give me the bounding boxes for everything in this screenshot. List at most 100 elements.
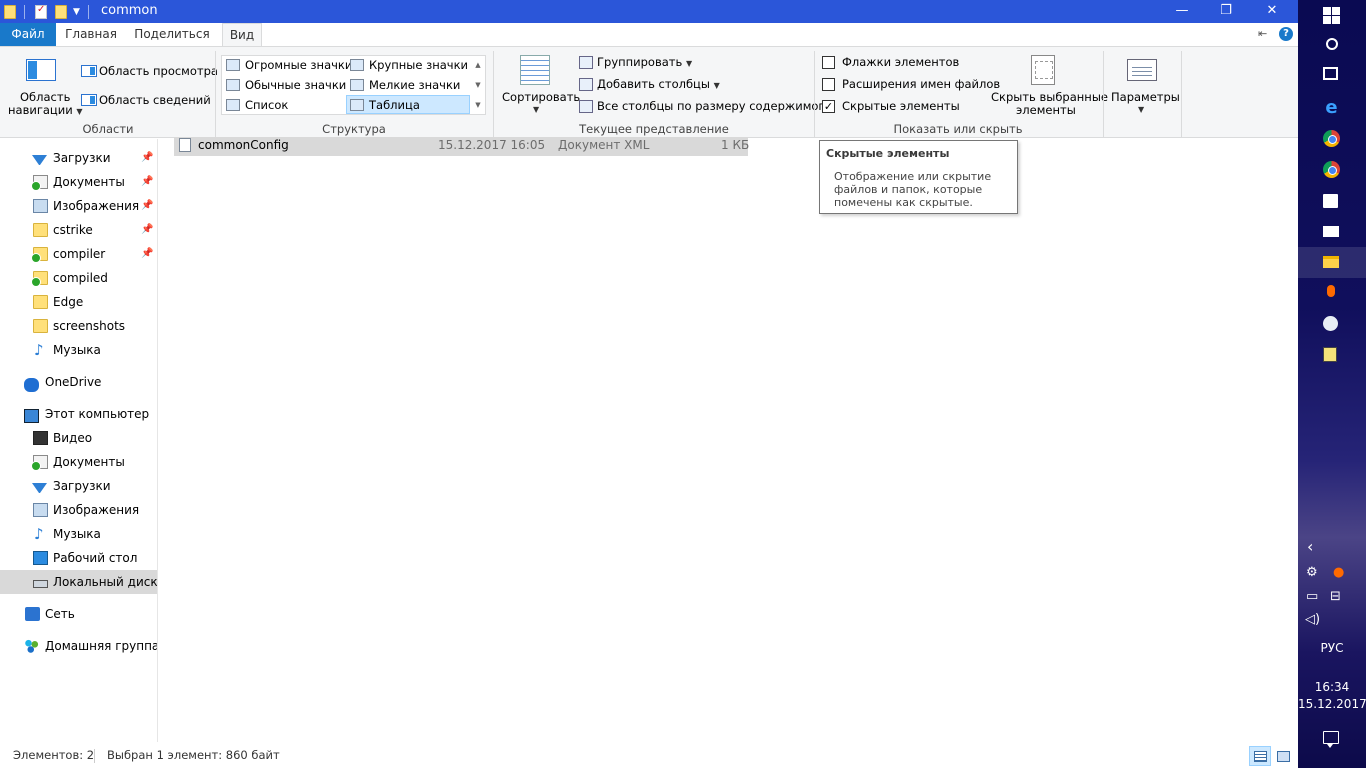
file-extensions-label[interactable]: Расширения имен файлов (842, 77, 1000, 91)
nav-item-desktop[interactable]: Рабочий стол (0, 546, 157, 570)
help-icon[interactable]: ? (1279, 27, 1293, 41)
taskbar-recorder[interactable] (1298, 278, 1366, 309)
pin-icon[interactable]: 📌 (141, 218, 153, 242)
taskbar-mail[interactable] (1298, 216, 1366, 247)
navigation-pane-label-1[interactable]: Область (20, 90, 70, 104)
hidden-items-label[interactable]: Скрытые элементы (842, 99, 960, 113)
task-view-button[interactable] (1298, 60, 1366, 91)
group-by-button[interactable]: Группировать ▼ (597, 55, 692, 69)
item-checkboxes-checkbox[interactable] (822, 56, 835, 69)
navigation-pane-button[interactable]: навигации ▼ (8, 103, 83, 117)
details-pane-button[interactable]: Область сведений (99, 93, 211, 107)
layout-details[interactable]: Таблица (346, 95, 470, 114)
nav-item-downloads[interactable]: Загрузки 📌 (0, 146, 157, 170)
nav-item-compiler[interactable]: compiler 📌 (0, 242, 157, 266)
maximize-button[interactable]: ❐ (1203, 0, 1249, 23)
taskbar-edge[interactable]: e (1298, 92, 1366, 123)
taskbar-chrome[interactable] (1298, 123, 1366, 154)
pin-icon[interactable]: 📌 (141, 194, 153, 218)
nav-item-pictures[interactable]: Изображения 📌 (0, 194, 157, 218)
pin-icon[interactable]: 📌 (141, 146, 153, 170)
details-pane-icon[interactable] (81, 94, 97, 106)
taskbar-store[interactable] (1298, 185, 1366, 216)
new-folder-icon[interactable] (55, 4, 67, 19)
preview-pane-button[interactable]: Область просмотра (99, 64, 218, 78)
close-button[interactable]: ✕ (1249, 0, 1295, 23)
layout-large-icons[interactable]: Крупные значки (347, 56, 469, 75)
sort-button[interactable]: Сортировать (502, 90, 580, 104)
add-columns-icon[interactable] (579, 78, 593, 91)
size-all-columns-button[interactable]: Все столбцы по размеру содержимого (597, 99, 832, 113)
nav-item-homegroup[interactable]: Домашняя группа (0, 634, 157, 658)
pin-ribbon-icon[interactable]: ⇤ (1258, 27, 1267, 40)
nav-item-edge[interactable]: Edge (0, 290, 157, 314)
size-columns-icon[interactable] (579, 100, 593, 113)
navigation-pane-icon[interactable] (26, 59, 56, 81)
nav-item-pc-pictures[interactable]: Изображения (0, 498, 157, 522)
details-view-button[interactable] (1249, 746, 1271, 766)
hide-selected-label-1[interactable]: Скрыть выбранные (991, 90, 1108, 104)
layout-medium-icons[interactable]: Обычные значки (223, 76, 346, 95)
add-columns-button[interactable]: Добавить столбцы ▼ (597, 77, 720, 91)
group-by-icon[interactable] (579, 56, 593, 69)
customize-toolbar-dropdown-icon[interactable]: ▼ (73, 7, 80, 17)
hide-selected-label-2[interactable]: элементы (1016, 103, 1076, 117)
taskbar-chrome-2[interactable] (1298, 154, 1366, 185)
show-hidden-icons-chevron-icon[interactable]: ‹ (1307, 537, 1313, 556)
options-button[interactable]: Параметры (1111, 90, 1180, 104)
nav-item-screenshots[interactable]: screenshots (0, 314, 157, 338)
large-icons-view-button[interactable] (1272, 746, 1294, 766)
scroll-up-icon[interactable]: ▲ (470, 55, 486, 75)
microphone-tray-icon[interactable]: ● (1333, 565, 1344, 580)
start-button[interactable] (1298, 0, 1366, 31)
search-button[interactable] (1298, 30, 1366, 61)
hide-selected-icon[interactable] (1031, 55, 1055, 85)
preview-pane-icon[interactable] (81, 65, 97, 77)
nav-item-onedrive[interactable]: OneDrive (0, 370, 157, 394)
layout-extra-large-icons[interactable]: Огромные значки (223, 56, 352, 75)
nav-item-local-disk[interactable]: Локальный диск (C (0, 570, 157, 594)
nav-item-video[interactable]: Видео (0, 426, 157, 450)
expand-gallery-icon[interactable]: ▼ (470, 95, 486, 115)
layout-small-icons[interactable]: Мелкие значки (347, 76, 469, 95)
nav-item-music[interactable]: ♪ Музыка (0, 338, 157, 362)
nav-item-network[interactable]: Сеть (0, 602, 157, 626)
action-center-icon[interactable] (1323, 731, 1339, 748)
clock-time[interactable]: 16:34 (1298, 680, 1366, 694)
volume-icon[interactable]: ◁) (1305, 612, 1320, 627)
network-tray-icon[interactable]: ⊟ (1330, 589, 1341, 604)
properties-icon[interactable] (35, 4, 47, 19)
nav-item-pc-music[interactable]: ♪ Музыка (0, 522, 157, 546)
nav-item-documents[interactable]: Документы 📌 (0, 170, 157, 194)
layout-list[interactable]: Список (223, 96, 345, 115)
battery-icon[interactable]: ▭ (1306, 589, 1318, 604)
minimize-button[interactable]: — (1159, 0, 1205, 23)
nav-item-cstrike[interactable]: cstrike 📌 (0, 218, 157, 242)
chevron-down-icon[interactable]: ▼ (533, 105, 539, 114)
nav-item-pc-downloads[interactable]: Загрузки (0, 474, 157, 498)
nav-item-pc-documents[interactable]: Документы (0, 450, 157, 474)
tab-file[interactable]: Файл (0, 23, 56, 46)
tab-view[interactable]: Вид (222, 23, 262, 47)
chevron-down-icon[interactable]: ▼ (1138, 105, 1144, 114)
hidden-items-checkbox[interactable]: ✓ (822, 100, 835, 113)
pin-icon[interactable]: 📌 (141, 170, 153, 194)
nav-item-compiled[interactable]: compiled (0, 266, 157, 290)
tab-share[interactable]: Поделиться (127, 23, 217, 46)
taskbar-explorer[interactable] (1298, 247, 1366, 278)
file-extensions-checkbox[interactable] (822, 78, 835, 91)
options-icon[interactable] (1127, 59, 1157, 81)
sort-icon[interactable] (520, 55, 550, 85)
nav-item-this-pc[interactable]: Этот компьютер (0, 402, 157, 426)
scroll-down-icon[interactable]: ▼ (470, 75, 486, 95)
pin-icon[interactable]: 📌 (141, 242, 153, 266)
steam-tray-icon[interactable]: ⚙ (1306, 565, 1318, 580)
file-row[interactable]: commonConfig 15.12.2017 16:05 Документ X… (174, 137, 749, 156)
input-language[interactable]: РУС (1298, 641, 1366, 655)
taskbar-steam[interactable] (1298, 309, 1366, 340)
tab-home[interactable]: Главная (56, 23, 126, 46)
item-checkboxes-label[interactable]: Флажки элементов (842, 55, 959, 69)
clock-date[interactable]: 15.12.2017 (1298, 697, 1366, 711)
folder-icon (33, 295, 48, 309)
taskbar-notepad[interactable] (1298, 340, 1366, 371)
